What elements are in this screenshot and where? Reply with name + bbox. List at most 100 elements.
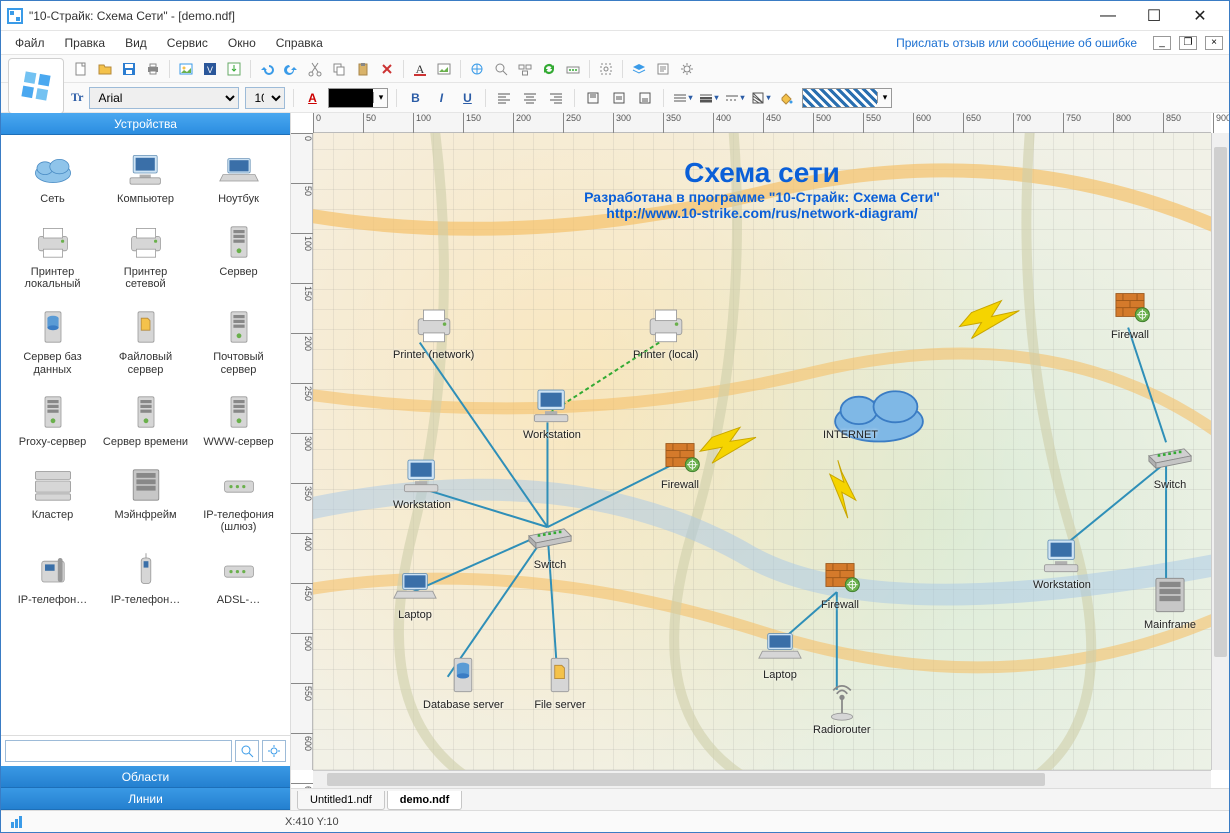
tab-untitled[interactable]: Untitled1.ndf <box>297 791 385 810</box>
node-laptop_l[interactable]: Laptop <box>388 563 442 621</box>
node-mainframe[interactable]: Mainframe <box>1143 573 1197 631</box>
node-switch_c[interactable]: Switch <box>523 513 577 571</box>
sidebar-search-button[interactable] <box>235 740 259 762</box>
window-close-button[interactable]: ✕ <box>1177 1 1223 31</box>
line-weight-icon[interactable]: ▾ <box>698 88 718 108</box>
devices-panel-header[interactable]: Устройства <box>1 113 290 135</box>
device-item-time-server[interactable]: Сервер времени <box>100 384 191 453</box>
device-item-db-server[interactable]: Сервер баз данных <box>7 299 98 380</box>
menu-edit[interactable]: Правка <box>57 34 114 52</box>
node-internet[interactable]: INTERNET <box>823 383 878 441</box>
device-item-web-server[interactable]: WWW-сервер <box>193 384 284 453</box>
export-image-icon[interactable] <box>176 59 196 79</box>
device-item-mainframe[interactable]: Мэйнфрейм <box>100 457 191 538</box>
sidebar-settings-button[interactable] <box>262 740 286 762</box>
tab-demo[interactable]: demo.ndf <box>387 791 463 810</box>
fill-bucket-icon[interactable] <box>776 88 796 108</box>
search-network-icon[interactable] <box>491 59 511 79</box>
import-icon[interactable] <box>224 59 244 79</box>
node-printer_net[interactable]: Printer (network) <box>393 303 474 361</box>
refresh-icon[interactable] <box>539 59 559 79</box>
node-ws3[interactable]: Workstation <box>1033 533 1091 591</box>
menu-service[interactable]: Сервис <box>159 34 216 52</box>
align-center-icon[interactable] <box>520 88 540 108</box>
scan-icon[interactable] <box>467 59 487 79</box>
save-icon[interactable] <box>119 59 139 79</box>
canvas-scrollbar-horizontal[interactable] <box>313 770 1211 788</box>
device-item-adsl[interactable]: ADSL-… <box>193 542 284 611</box>
redo-icon[interactable] <box>281 59 301 79</box>
device-item-file-server[interactable]: Файловый сервер <box>100 299 191 380</box>
mdi-close-button[interactable]: × <box>1205 36 1223 50</box>
scan-hosts-icon[interactable] <box>515 59 535 79</box>
areas-panel-header[interactable]: Области <box>1 766 290 788</box>
feedback-link[interactable]: Прислать отзыв или сообщение об ошибке <box>896 36 1137 50</box>
node-firewall_r[interactable]: Firewall <box>1103 283 1157 341</box>
node-firewall_b[interactable]: Firewall <box>813 553 867 611</box>
align-left-icon[interactable] <box>494 88 514 108</box>
sidebar-search-input[interactable] <box>5 740 232 762</box>
device-item-server[interactable]: Сервер <box>193 214 284 295</box>
valign-top-icon[interactable] <box>583 88 603 108</box>
node-ws1[interactable]: Workstation <box>523 383 581 441</box>
paste-icon[interactable] <box>353 59 373 79</box>
bold-icon[interactable]: B <box>405 88 425 108</box>
open-file-icon[interactable] <box>95 59 115 79</box>
export-visio-icon[interactable]: V <box>200 59 220 79</box>
mdi-minimize-button[interactable]: _ <box>1153 36 1171 50</box>
node-ws2[interactable]: Workstation <box>393 453 451 511</box>
undo-icon[interactable] <box>257 59 277 79</box>
align-right-icon[interactable] <box>546 88 566 108</box>
layers-icon[interactable] <box>629 59 649 79</box>
menu-window[interactable]: Окно <box>220 34 264 52</box>
node-dbserver[interactable]: Database server <box>423 653 504 711</box>
print-icon[interactable] <box>143 59 163 79</box>
device-item-voip[interactable]: IP-телефония (шлюз) <box>193 457 284 538</box>
mdi-restore-button[interactable]: ❐ <box>1179 36 1197 50</box>
cut-icon[interactable] <box>305 59 325 79</box>
menu-view[interactable]: Вид <box>117 34 155 52</box>
device-item-printer[interactable]: Принтер локальный <box>7 214 98 295</box>
node-fileserver[interactable]: File server <box>533 653 587 711</box>
fill-color-swatch[interactable]: ▾ <box>802 88 892 108</box>
device-item-printer-net[interactable]: Принтер сетевой <box>100 214 191 295</box>
properties-icon[interactable] <box>653 59 673 79</box>
window-minimize-button[interactable]: — <box>1085 1 1131 31</box>
device-item-mail-server[interactable]: Почтовый сервер <box>193 299 284 380</box>
font-size-select[interactable]: 10 <box>245 87 285 109</box>
copy-icon[interactable] <box>329 59 349 79</box>
valign-mid-icon[interactable] <box>609 88 629 108</box>
delete-icon[interactable] <box>377 59 397 79</box>
device-item-cluster[interactable]: Кластер <box>7 457 98 538</box>
line-style-icon[interactable]: ▾ <box>672 88 692 108</box>
font-color-icon[interactable]: A <box>302 88 322 108</box>
text-tool-icon[interactable]: A <box>410 59 430 79</box>
fill-pattern-icon[interactable]: ▾ <box>750 88 770 108</box>
node-laptop_c[interactable]: Laptop <box>753 623 807 681</box>
zoom-fit-icon[interactable] <box>596 59 616 79</box>
underline-icon[interactable]: U <box>457 88 477 108</box>
font-color-swatch[interactable]: ▾ <box>328 88 388 108</box>
menu-file[interactable]: Файл <box>7 34 53 52</box>
device-item-laptop[interactable]: Ноутбук <box>193 141 284 210</box>
canvas-viewport[interactable]: Схема сети Разработана в программе "10-С… <box>313 133 1211 770</box>
insert-image-icon[interactable] <box>434 59 454 79</box>
settings-icon[interactable] <box>677 59 697 79</box>
window-maximize-button[interactable]: ☐ <box>1131 1 1177 31</box>
line-dash-icon[interactable]: ▾ <box>724 88 744 108</box>
node-printer_loc[interactable]: Printer (local) <box>633 303 698 361</box>
node-switch_r[interactable]: Switch <box>1143 433 1197 491</box>
snmp-icon[interactable] <box>563 59 583 79</box>
menu-help[interactable]: Справка <box>268 34 331 52</box>
device-item-cordless[interactable]: IP-телефон… <box>100 542 191 611</box>
font-name-select[interactable]: Arial <box>89 87 239 109</box>
new-file-icon[interactable] <box>71 59 91 79</box>
node-firewall_c[interactable]: Firewall <box>653 433 707 491</box>
italic-icon[interactable]: I <box>431 88 451 108</box>
lines-panel-header[interactable]: Линии <box>1 788 290 810</box>
device-item-proxy[interactable]: Proxy-сервер <box>7 384 98 453</box>
canvas-scrollbar-vertical[interactable] <box>1211 133 1229 770</box>
device-item-ipphone[interactable]: IP-телефон… <box>7 542 98 611</box>
node-radiorouter[interactable]: Radiorouter <box>813 678 870 736</box>
device-item-pc[interactable]: Компьютер <box>100 141 191 210</box>
